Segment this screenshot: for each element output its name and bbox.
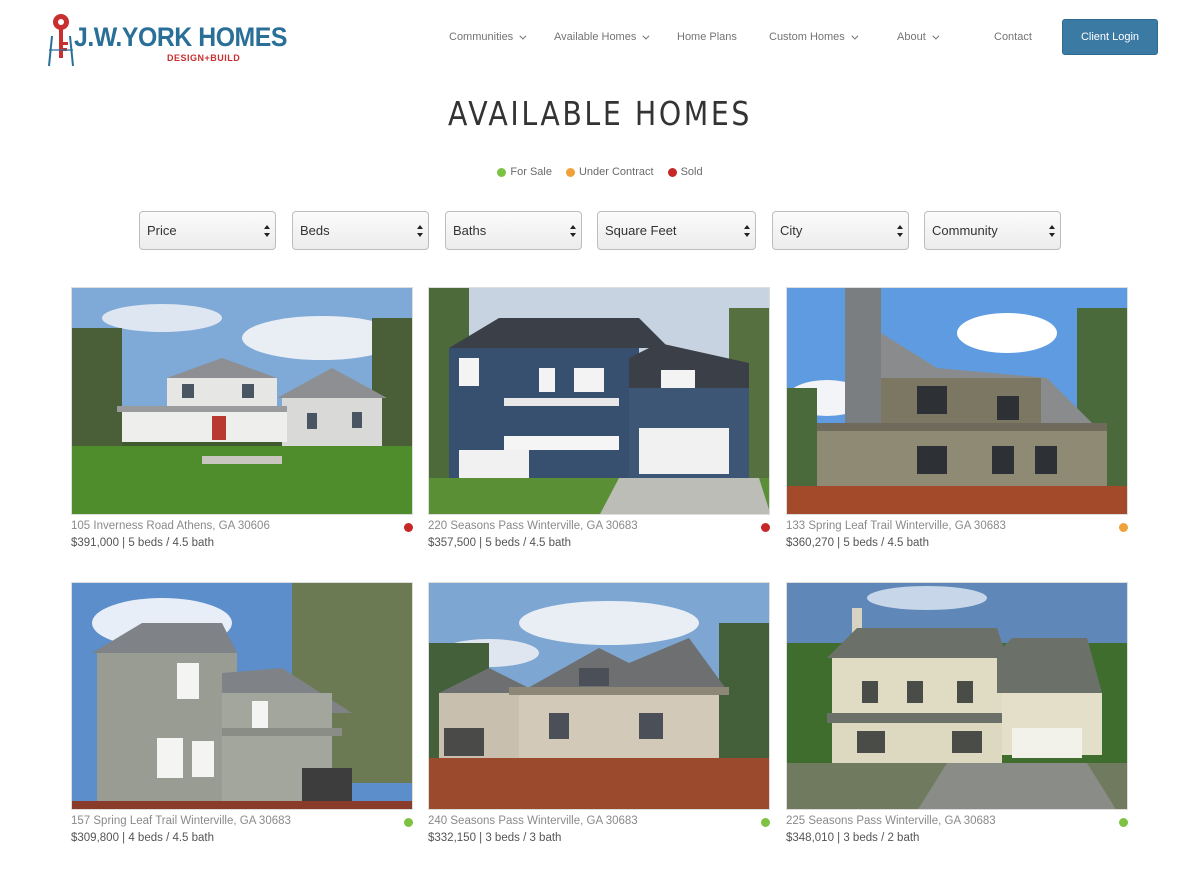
legend-for-sale: For Sale	[497, 166, 552, 178]
status-dot-icon	[565, 167, 575, 177]
listing-photo[interactable]	[786, 582, 1128, 810]
nav-item-home-plans[interactable]: Home Plans	[677, 31, 737, 43]
listing-address[interactable]: 157 Spring Leaf Trail Winterville, GA 30…	[71, 815, 291, 827]
listing-details: $309,800 | 4 beds / 4.5 bath	[71, 832, 215, 844]
nav-label: About	[897, 31, 926, 43]
select-arrows-icon	[264, 225, 270, 237]
chevron-down-icon	[519, 32, 527, 40]
page-title: AVAILABLE HOMES	[448, 94, 752, 133]
listing-photo[interactable]	[71, 582, 413, 810]
listing-photo[interactable]	[71, 287, 413, 515]
community-select[interactable]: Community	[924, 211, 1061, 250]
chevron-down-icon	[932, 32, 940, 40]
select-value: Square Feet	[605, 223, 677, 238]
baths-select[interactable]: Baths	[445, 211, 582, 250]
listing-details: $360,270 | 5 beds / 4.5 bath	[786, 537, 930, 549]
listing-photo[interactable]	[428, 287, 770, 515]
status-legend: For Sale Under Contract Sold	[0, 166, 1200, 178]
listing-address[interactable]: 133 Spring Leaf Trail Winterville, GA 30…	[786, 520, 1006, 532]
select-arrows-icon	[570, 225, 576, 237]
listing-photo[interactable]	[786, 287, 1128, 515]
nav-item-custom-homes[interactable]: Custom Homes	[769, 31, 859, 43]
status-dot-icon	[761, 523, 770, 532]
legend-under-contract: Under Contract	[565, 166, 654, 178]
listing-address[interactable]: 105 Inverness Road Athens, GA 30606	[71, 520, 270, 532]
status-dot-icon	[404, 818, 413, 827]
listing-address[interactable]: 225 Seasons Pass Winterville, GA 30683	[786, 815, 996, 827]
status-dot-icon	[1119, 523, 1128, 532]
listing-address[interactable]: 240 Seasons Pass Winterville, GA 30683	[428, 815, 638, 827]
listing-details: $348,010 | 3 beds / 2 bath	[786, 832, 920, 844]
status-dot-icon	[497, 167, 507, 177]
status-dot-icon	[1119, 818, 1128, 827]
select-value: Baths	[453, 223, 487, 238]
listing-card[interactable]: 133 Spring Leaf Trail Winterville, GA 30…	[786, 287, 1128, 562]
select-value: Beds	[300, 223, 330, 238]
price-select[interactable]: Price	[139, 211, 276, 250]
main-nav: Communities Available Homes Home Plans C…	[0, 0, 1200, 75]
listing-details: $357,500 | 5 beds / 4.5 bath	[428, 537, 572, 549]
nav-label: Home Plans	[677, 31, 737, 43]
city-select[interactable]: City	[772, 211, 909, 250]
site-header: J.W.YORK HOMES DESIGN+BUILD Communities …	[0, 0, 1200, 80]
select-arrows-icon	[417, 225, 423, 237]
listing-card[interactable]: 220 Seasons Pass Winterville, GA 30683 $…	[428, 287, 770, 562]
status-dot-icon	[761, 818, 770, 827]
nav-item-about[interactable]: About	[897, 31, 940, 43]
select-arrows-icon	[1049, 225, 1055, 237]
nav-label: Available Homes	[554, 31, 637, 43]
select-value: Price	[147, 223, 177, 238]
nav-item-available-homes[interactable]: Available Homes	[554, 31, 650, 43]
listing-photo[interactable]	[428, 582, 770, 810]
listing-card[interactable]: 105 Inverness Road Athens, GA 30606 $391…	[71, 287, 413, 562]
select-value: City	[780, 223, 803, 238]
nav-item-communities[interactable]: Communities	[449, 31, 527, 43]
select-arrows-icon	[744, 225, 750, 237]
legend-label: Under Contract	[578, 166, 654, 178]
chevron-down-icon	[851, 32, 859, 40]
listing-details: $332,150 | 3 beds / 3 bath	[428, 832, 562, 844]
nav-label: Custom Homes	[769, 31, 845, 43]
filter-bar: Price Beds Baths Square Feet City Commun…	[0, 211, 1200, 251]
listing-address[interactable]: 220 Seasons Pass Winterville, GA 30683	[428, 520, 638, 532]
nav-item-contact[interactable]: Contact	[994, 31, 1032, 43]
listing-card[interactable]: 225 Seasons Pass Winterville, GA 30683 $…	[786, 582, 1128, 857]
nav-label: Contact	[994, 31, 1032, 43]
select-arrows-icon	[897, 225, 903, 237]
square-feet-select[interactable]: Square Feet	[597, 211, 756, 250]
status-dot-icon	[667, 167, 677, 177]
status-dot-icon	[404, 523, 413, 532]
listing-details: $391,000 | 5 beds / 4.5 bath	[71, 537, 215, 549]
legend-label: Sold	[680, 166, 703, 178]
legend-sold: Sold	[667, 166, 703, 178]
beds-select[interactable]: Beds	[292, 211, 429, 250]
client-login-button[interactable]: Client Login	[1062, 19, 1158, 55]
listing-card[interactable]: 157 Spring Leaf Trail Winterville, GA 30…	[71, 582, 413, 857]
select-value: Community	[932, 223, 998, 238]
listing-card[interactable]: 240 Seasons Pass Winterville, GA 30683 $…	[428, 582, 770, 857]
chevron-down-icon	[642, 32, 650, 40]
legend-label: For Sale	[510, 166, 552, 178]
nav-label: Communities	[449, 31, 514, 43]
